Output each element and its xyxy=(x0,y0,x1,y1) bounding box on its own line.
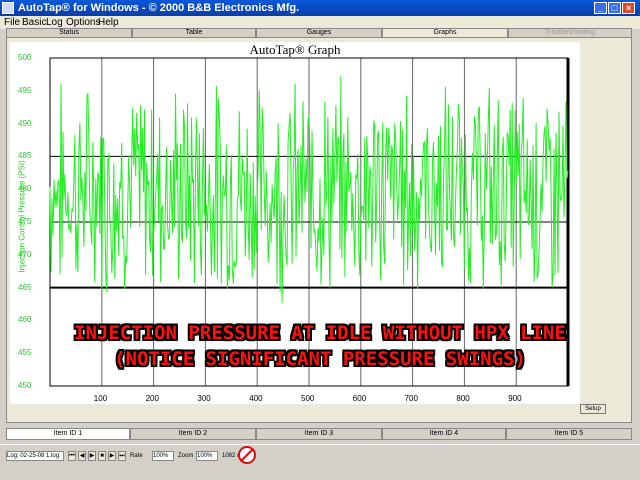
tab-graphs[interactable]: Graphs xyxy=(382,28,508,37)
caption-line-2: (NOTICE SIGNIFICANT PRESSURE SWINGS) xyxy=(114,348,526,370)
title-bar: AutoTap® for Windows - © 2000 B&B Electr… xyxy=(0,0,640,16)
rewind-button[interactable]: ⏮ xyxy=(68,451,76,461)
next-button[interactable]: ▶ xyxy=(108,451,116,461)
window-title: AutoTap® for Windows - © 2000 B&B Electr… xyxy=(18,2,300,14)
item-tabs: Item ID 1 Item ID 2 Item ID 3 Item ID 4 … xyxy=(6,428,632,440)
rate-label: Rate xyxy=(130,453,143,459)
view-tabs: Status Table Gauges Graphs Troubleshooti… xyxy=(6,28,632,37)
caption-line-1: INJECTION PRESSURE AT IDLE WITHOUT HPX L… xyxy=(74,322,566,344)
zoom-label: Zoom xyxy=(178,453,194,459)
tab-item-1[interactable]: Item ID 1 xyxy=(6,428,130,440)
rate-field[interactable]: 100% xyxy=(152,451,174,461)
tab-status[interactable]: Status xyxy=(6,28,132,37)
maximize-button[interactable]: □ xyxy=(608,2,621,14)
tab-item-5[interactable]: Item ID 5 xyxy=(506,428,632,440)
zoom-field[interactable]: 100% xyxy=(196,451,218,461)
tab-table[interactable]: Table xyxy=(132,28,256,37)
tab-gauges[interactable]: Gauges xyxy=(256,28,382,37)
stop-button[interactable]: ■ xyxy=(98,451,106,461)
play-button[interactable]: ▶ xyxy=(88,451,96,461)
tab-item-3[interactable]: Item ID 3 xyxy=(256,428,382,440)
status-bar: Log: 02-25-08 1.log ⏮ ◀ ▶ ■ ▶ ⏭ Rate 100… xyxy=(0,444,640,467)
prev-button[interactable]: ◀ xyxy=(78,451,86,461)
fastforward-button[interactable]: ⏭ xyxy=(118,451,126,461)
setup-button[interactable]: Setup xyxy=(580,404,606,414)
log-file-field[interactable]: Log: 02-25-08 1.log xyxy=(6,451,64,461)
tab-troubleshooting[interactable]: Troubleshooting xyxy=(508,28,632,37)
no-sign-icon xyxy=(238,446,256,464)
tab-item-2[interactable]: Item ID 2 xyxy=(130,428,256,440)
minimize-button[interactable]: _ xyxy=(594,2,607,14)
close-button[interactable]: × xyxy=(622,2,635,14)
app-icon xyxy=(2,2,14,14)
tab-item-4[interactable]: Item ID 4 xyxy=(382,428,506,440)
bottom-strip xyxy=(0,466,640,480)
